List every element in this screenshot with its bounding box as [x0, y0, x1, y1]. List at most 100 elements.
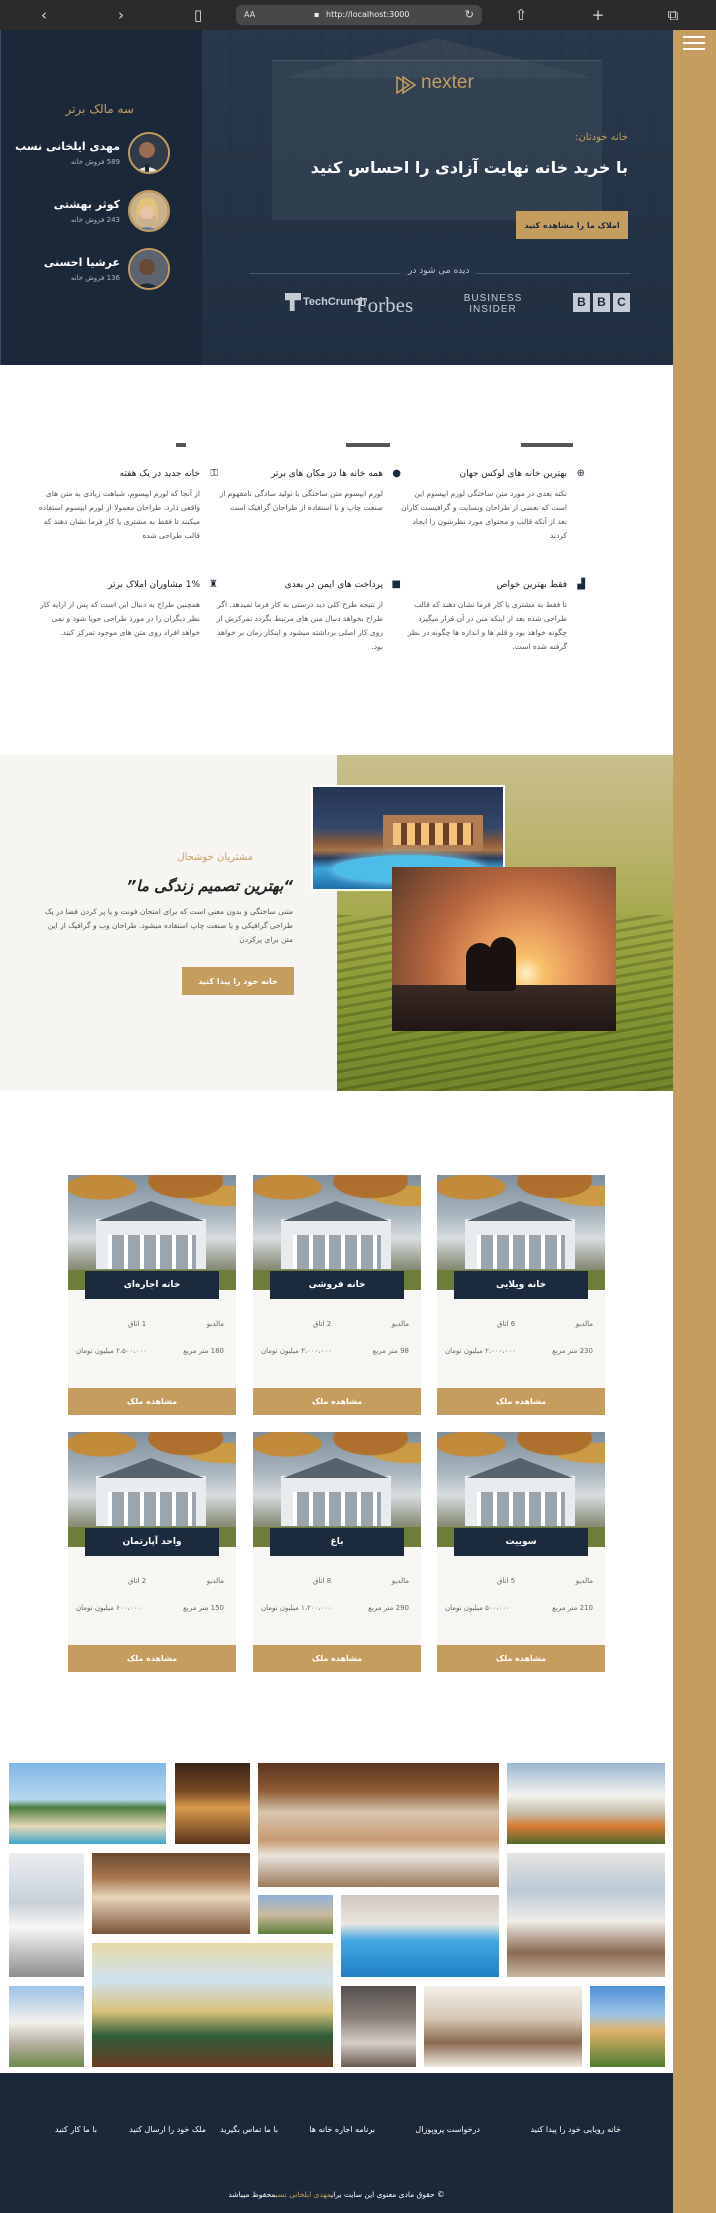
lock-icon: ■	[391, 579, 401, 590]
properties-section: خانه ویلایی مالدیو 6 اتاق 230 متر مربع ۲…	[0, 1091, 673, 1691]
top-owners-title: سه مالک برتر	[65, 102, 134, 116]
gallery-image[interactable]	[9, 1986, 84, 2067]
key-icon: ⚿	[210, 468, 218, 479]
gallery-section	[0, 1691, 673, 2073]
gallery-image[interactable]	[507, 1853, 665, 1977]
site-footer: خانه رویایی خود را پیدا کنید درخواست پرو…	[0, 2073, 673, 2213]
happy-customers-section: مشتریان خوشحال “بهترین تصمیم زندگی ما” م…	[0, 755, 673, 1091]
footer-link[interactable]: برنامه اجاره خانه ها	[309, 2125, 375, 2134]
owner-sales: 589 فروش خانه	[70, 158, 120, 166]
chart-icon: ▟	[577, 579, 585, 590]
text-size-button[interactable]: AA	[244, 10, 255, 19]
browser-toolbar: ‹ › ▯ AA ▪ http://localhost:3000 ↻ ⇧ + ⧉	[0, 0, 716, 30]
logo-text: nexter	[421, 72, 474, 93]
property-location: مالدیو	[391, 1577, 409, 1585]
author-name: مهدی ایلخانی نسب	[275, 2190, 332, 2199]
view-property-button[interactable]: مشاهده ملک	[68, 1388, 236, 1415]
feature-title: 1% مشاوران املاک برتر	[108, 580, 200, 590]
view-property-button[interactable]: مشاهده ملک	[437, 1388, 605, 1415]
share-icon[interactable]: ⇧	[511, 5, 531, 25]
gallery-image[interactable]	[92, 1943, 333, 2067]
view-property-button[interactable]: مشاهده ملک	[253, 1388, 421, 1415]
footer-link[interactable]: با ما تماس بگیرید	[220, 2125, 278, 2134]
footer-link[interactable]: با ما کار کنید	[55, 2125, 97, 2134]
property-price: ۱،۲۰۰،۰۰۰ میلیون تومان	[261, 1604, 332, 1612]
hero-title: با خرید خانه نهایت آزادی را احساس کنید	[310, 158, 628, 177]
forward-icon[interactable]: ›	[111, 5, 131, 25]
techcrunch-logo: TechCrunch	[285, 293, 366, 311]
business-insider-logo: BUSINESS INSIDER	[463, 293, 523, 315]
map-pin-icon: ●	[392, 468, 401, 479]
gallery-image[interactable]	[9, 1853, 84, 1977]
feature-title: خانه جدید در یک هفته	[119, 469, 200, 479]
property-price: ۳،۰۰۰،۰۰۰ میلیون تومان	[261, 1347, 332, 1355]
feature-description: همچنین طراح به دنبال این است که پس از ار…	[40, 600, 200, 637]
avatar	[128, 248, 170, 290]
owner-name: مهدی ایلخانی نسب	[15, 140, 120, 153]
reload-icon[interactable]: ↻	[465, 8, 474, 21]
owner-item[interactable]: عرشیا احسنی 136 فروش خانه	[5, 248, 170, 292]
property-rooms: 8 اتاق	[313, 1577, 332, 1585]
gallery-image[interactable]	[175, 1763, 250, 1844]
gallery-image[interactable]	[258, 1763, 499, 1887]
divider	[346, 443, 390, 447]
feature-title: بهترین خانه های لوکس جهان	[459, 469, 567, 479]
property-title: خانه ویلایی	[454, 1271, 588, 1299]
property-card[interactable]: باغ مالدیو 8 اتاق 290 متر مربع ۱،۲۰۰،۰۰۰…	[253, 1432, 421, 1672]
owner-item[interactable]: کوثر بهشتی 243 فروش خانه	[5, 190, 170, 234]
property-card[interactable]: واحد آپارتمان مالدیو 2 اتاق 150 متر مربع…	[68, 1432, 236, 1672]
property-title: واحد آپارتمان	[85, 1528, 219, 1556]
couple-sunset-photo	[392, 867, 616, 1031]
gallery-image[interactable]	[424, 1986, 582, 2067]
feature-title: فقط بهترین خواص	[496, 580, 567, 590]
footer-link[interactable]: درخواست پروپوزال	[415, 2125, 480, 2134]
new-tab-icon[interactable]: +	[588, 5, 608, 25]
top-owners-panel: سه مالک برتر مهدی ایلخانی نسب 589 فروش خ…	[0, 30, 202, 365]
gallery-image[interactable]	[590, 1986, 665, 2067]
property-card[interactable]: خانه ویلایی مالدیو 6 اتاق 230 متر مربع ۲…	[437, 1175, 605, 1415]
copyright-text: © حقوق مادی معنوی این سایت برایمهدی ایلخ…	[228, 2190, 445, 2199]
gallery-image[interactable]	[9, 1763, 166, 1844]
footer-link[interactable]: ملک خود را ارسال کنید	[129, 2125, 206, 2134]
property-rooms: 5 اتاق	[497, 1577, 516, 1585]
property-price: ۲،۵۰۰،۰۰۰ میلیون تومان	[76, 1347, 147, 1355]
view-property-button[interactable]: مشاهده ملک	[68, 1645, 236, 1672]
property-card[interactable]: سوییت مالدیو 5 اتاق 210 متر مربع ۵۰۰،۰۰۰…	[437, 1432, 605, 1672]
back-icon[interactable]: ‹	[34, 5, 54, 25]
property-area: 180 متر مربع	[183, 1347, 224, 1355]
url-text[interactable]: http://localhost:3000	[326, 10, 409, 19]
avatar	[128, 190, 170, 232]
owner-name: کوثر بهشتی	[53, 198, 120, 211]
bookmarks-icon[interactable]: ▯	[188, 5, 208, 25]
testimonial-title: “بهترین تصمیم زندگی ما”	[126, 877, 293, 895]
footer-link[interactable]: خانه رویایی خود را پیدا کنید	[530, 2125, 621, 2134]
trophy-icon: ♜	[209, 579, 218, 590]
gallery-image[interactable]	[507, 1763, 665, 1844]
avatar	[128, 132, 170, 174]
seen-on-label: دیده می شود در	[400, 266, 478, 276]
property-rooms: 2 اتاق	[313, 1320, 332, 1328]
property-location: مالدیو	[575, 1577, 593, 1585]
gallery-image[interactable]	[341, 1895, 499, 1977]
site-logo[interactable]: nexter	[395, 72, 485, 100]
property-card[interactable]: خانه اجاره‌ای مالدیو 1 اتاق 180 متر مربع…	[68, 1175, 236, 1415]
view-property-button[interactable]: مشاهده ملک	[253, 1645, 421, 1672]
view-properties-button[interactable]: املاک ما را مشاهده کنید	[516, 211, 628, 239]
gallery-image[interactable]	[92, 1853, 250, 1934]
hero-section: سه مالک برتر مهدی ایلخانی نسب 589 فروش خ…	[0, 30, 673, 365]
property-rooms: 6 اتاق	[497, 1320, 516, 1328]
menu-icon[interactable]	[683, 36, 705, 52]
owner-name: عرشیا احسنی	[43, 256, 120, 269]
address-bar[interactable]: AA ▪ http://localhost:3000 ↻	[236, 5, 482, 25]
view-property-button[interactable]: مشاهده ملک	[437, 1645, 605, 1672]
gallery-image[interactable]	[341, 1986, 416, 2067]
property-card[interactable]: خانه فروشی مالدیو 2 اتاق 98 متر مربع ۳،۰…	[253, 1175, 421, 1415]
owner-sales: 136 فروش خانه	[70, 274, 120, 282]
find-home-button[interactable]: خانه خود را پیدا کنید	[182, 967, 294, 995]
property-title: سوییت	[454, 1528, 588, 1556]
tabs-icon[interactable]: ⧉	[663, 5, 683, 25]
property-area: 210 متر مربع	[552, 1604, 593, 1612]
feature-description: از آنجا که لورم ایپسوم، شباهت زیادی به م…	[38, 489, 200, 540]
owner-item[interactable]: مهدی ایلخانی نسب 589 فروش خانه	[5, 132, 170, 176]
gallery-image[interactable]	[258, 1895, 333, 1934]
